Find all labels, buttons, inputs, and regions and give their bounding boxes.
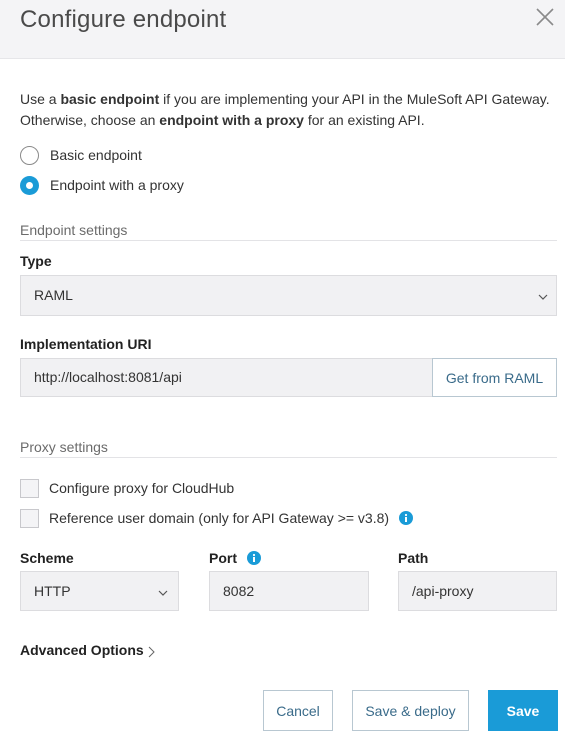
- type-label: Type: [20, 253, 52, 269]
- user-domain-checkbox[interactable]: [20, 508, 39, 528]
- radio-label-proxy: Endpoint with a proxy: [50, 177, 184, 193]
- dialog-title: Configure endpoint: [20, 6, 227, 33]
- port-input[interactable]: 8082: [209, 571, 369, 611]
- implementation-uri-label: Implementation URI: [20, 336, 152, 352]
- radio-basic-endpoint[interactable]: Basic endpoint: [20, 145, 142, 165]
- endpoint-settings-divider: [20, 240, 557, 241]
- save-and-deploy-button[interactable]: Save & deploy: [352, 690, 469, 731]
- implementation-uri-input[interactable]: http://localhost:8081/api: [20, 358, 433, 397]
- user-domain-checkbox-label: Reference user domain (only for API Gate…: [49, 510, 390, 526]
- chevron-down-icon: [538, 294, 548, 300]
- endpoint-settings-title: Endpoint settings: [20, 222, 128, 238]
- path-input-value: /api-proxy: [412, 583, 474, 599]
- info-icon[interactable]: [247, 551, 261, 565]
- cancel-button[interactable]: Cancel: [263, 690, 333, 731]
- cloudhub-checkbox-label: Configure proxy for CloudHub: [49, 480, 235, 496]
- scheme-select[interactable]: HTTP: [20, 571, 179, 611]
- implementation-uri-value: http://localhost:8081/api: [34, 369, 182, 385]
- radio-button-proxy[interactable]: [20, 175, 39, 195]
- cloudhub-checkbox-row[interactable]: Configure proxy for CloudHub: [20, 478, 234, 498]
- radio-endpoint-with-proxy[interactable]: Endpoint with a proxy: [20, 175, 184, 195]
- type-select[interactable]: RAML: [20, 275, 557, 316]
- cloudhub-checkbox[interactable]: [20, 478, 39, 498]
- get-from-raml-button[interactable]: Get from RAML: [432, 358, 557, 397]
- close-icon[interactable]: [534, 6, 556, 28]
- port-label-row: Port: [209, 550, 261, 566]
- radio-button-basic[interactable]: [20, 145, 39, 165]
- type-select-value: RAML: [34, 287, 73, 303]
- chevron-down-icon: [158, 590, 168, 596]
- chevron-right-icon: [148, 646, 155, 657]
- path-label: Path: [398, 550, 429, 566]
- info-icon[interactable]: [399, 511, 414, 525]
- dialog-header: Configure endpoint: [0, 0, 565, 59]
- advanced-options-toggle[interactable]: Advanced Options: [20, 642, 155, 658]
- user-domain-checkbox-row[interactable]: Reference user domain (only for API Gate…: [20, 508, 414, 528]
- proxy-settings-divider: [20, 457, 557, 458]
- scheme-label: Scheme: [20, 550, 74, 566]
- intro-text: Use a basic endpoint if you are implemen…: [20, 91, 550, 128]
- port-label: Port: [209, 550, 237, 566]
- proxy-settings-title: Proxy settings: [20, 439, 108, 455]
- advanced-options-label: Advanced Options: [20, 642, 144, 658]
- port-input-value: 8082: [223, 583, 255, 599]
- path-input[interactable]: /api-proxy: [398, 571, 557, 611]
- save-button[interactable]: Save: [488, 690, 558, 731]
- scheme-select-value: HTTP: [34, 583, 71, 599]
- radio-label-basic: Basic endpoint: [50, 147, 142, 163]
